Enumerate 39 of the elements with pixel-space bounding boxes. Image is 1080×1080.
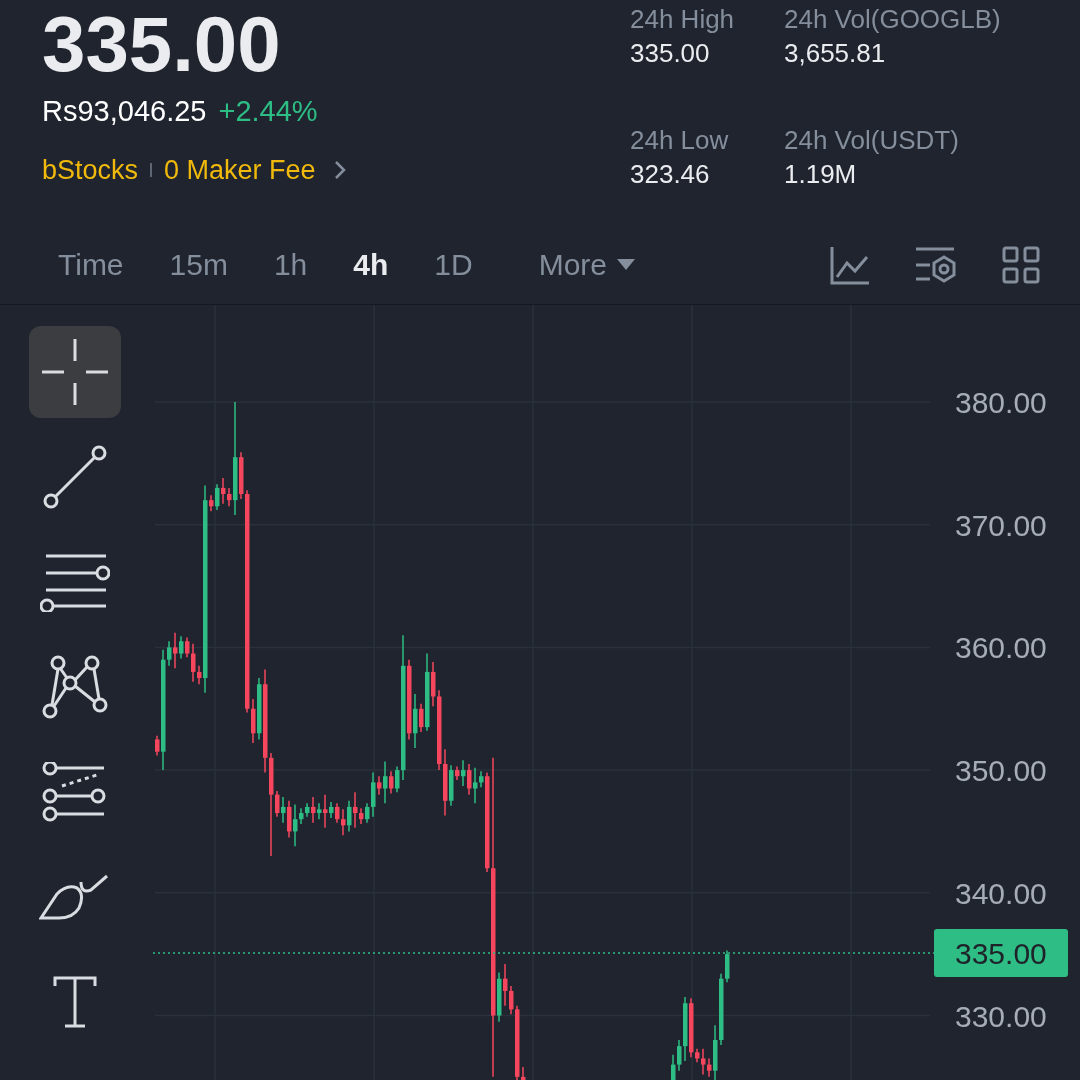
fibonacci-icon	[42, 762, 108, 822]
stat-label: 24h Low	[630, 123, 730, 157]
drawing-tool-button[interactable]	[29, 326, 121, 418]
interval-tab[interactable]: 4h	[331, 239, 411, 290]
stat-label: 24h Vol(USDT)	[784, 123, 960, 157]
last-price: 335.00	[42, 2, 282, 86]
candlestick-chart[interactable]: 380.00 370.00 360.00 350.00 340.00 330.00 335.00	[150, 305, 1080, 1080]
stat-label: 24h Vol(GOOGLB)	[784, 3, 1002, 36]
interval-tab[interactable]: 15m	[147, 239, 250, 290]
text-icon	[53, 976, 97, 1028]
price-label: 330.00	[955, 999, 1047, 1033]
line-icon	[43, 445, 107, 509]
caret-icon	[617, 258, 636, 271]
grid-layout-icon[interactable]	[1002, 245, 1040, 284]
stat-value: 1.19M	[784, 157, 858, 191]
brush-icon	[39, 872, 111, 922]
pattern-icon	[42, 655, 108, 719]
current-price-tag: 335.00	[934, 929, 1068, 977]
tag-link[interactable]: bStocks	[42, 149, 139, 190]
stat-label: 24h High	[630, 3, 736, 36]
stat-value: 323.46	[630, 157, 711, 191]
horizontal-lines-icon	[40, 552, 110, 612]
chevron-right-icon[interactable]	[333, 159, 346, 180]
interval-tab[interactable]: 1D	[412, 239, 495, 290]
stat-value: 335.00	[630, 37, 711, 70]
price-label: 350.00	[955, 754, 1047, 788]
price-change: +2.44%	[218, 94, 318, 129]
interval-tab[interactable]: Time	[36, 239, 146, 290]
stat-value: 3,655.81	[784, 37, 887, 70]
interval-tab[interactable]: 1h	[251, 239, 330, 290]
price-label: 340.00	[955, 876, 1047, 910]
line-chart-icon[interactable]	[830, 244, 870, 285]
interval-tab[interactable]: More	[516, 239, 658, 290]
price-label: 380.00	[955, 386, 1047, 419]
crosshair-icon	[42, 339, 108, 405]
tag-link[interactable]: 0 Maker Fee	[164, 149, 316, 190]
fiat-price: Rs93,046.25	[42, 94, 207, 129]
price-label: 360.00	[955, 631, 1047, 665]
price-label: 370.00	[955, 508, 1047, 542]
